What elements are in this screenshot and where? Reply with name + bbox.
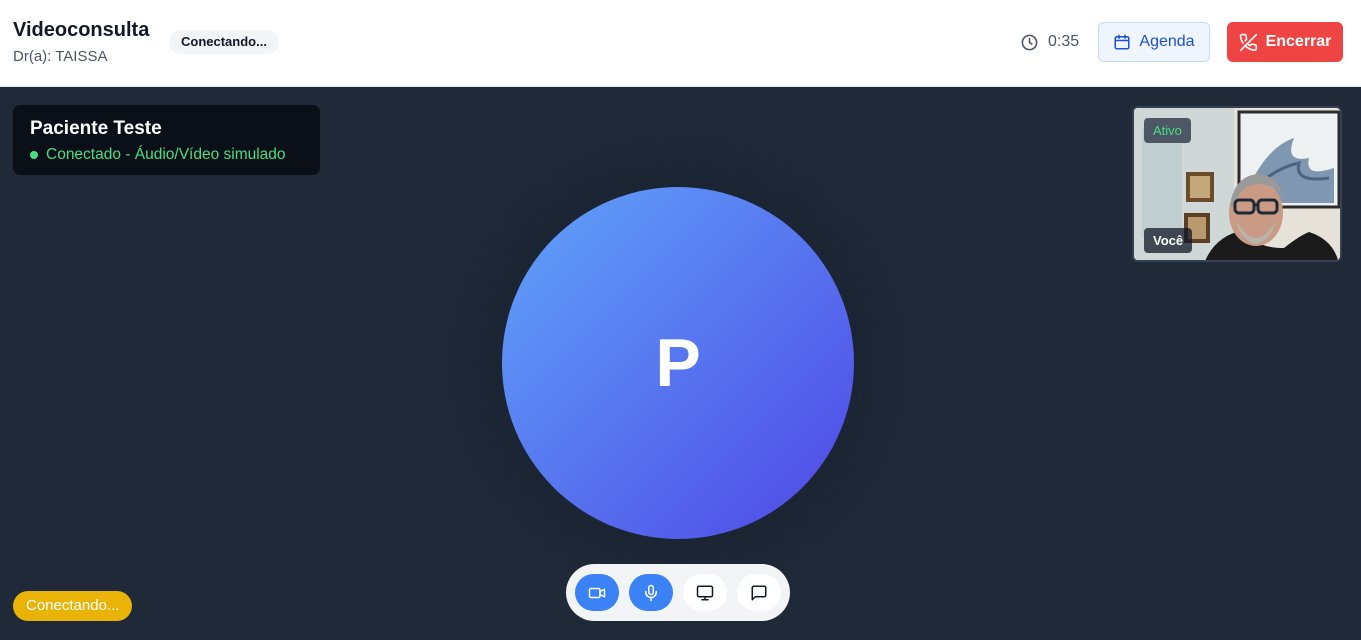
remote-participant-avatar: P bbox=[502, 187, 854, 539]
connection-status-indicator: Conectando... bbox=[13, 591, 133, 621]
calendar-icon bbox=[1114, 34, 1130, 50]
timer-value: 0:35 bbox=[1048, 33, 1080, 50]
call-controls-bar bbox=[566, 564, 790, 621]
remote-connection-status: Conectado - Áudio/Vídeo simulado bbox=[30, 146, 286, 164]
agenda-button[interactable]: Agenda bbox=[1098, 22, 1210, 62]
doctor-name: Dr(a): TAISSA bbox=[13, 48, 108, 65]
remote-status-text: Conectado - Áudio/Vídeo simulado bbox=[46, 146, 286, 163]
chat-bubble-icon bbox=[751, 585, 767, 600]
chat-button[interactable] bbox=[737, 574, 781, 611]
self-video-label: Você bbox=[1144, 228, 1193, 253]
connection-status-badge: Conectando... bbox=[169, 30, 279, 54]
microphone-toggle-button[interactable] bbox=[629, 574, 673, 611]
top-bar: Videoconsulta Dr(a): TAISSA Conectando..… bbox=[0, 0, 1361, 87]
remote-participant-name: Paciente Teste bbox=[30, 118, 162, 139]
microphone-icon bbox=[645, 584, 657, 601]
online-indicator-dot bbox=[30, 151, 38, 159]
self-video-active-badge: Ativo bbox=[1144, 118, 1191, 143]
page-title: Videoconsulta bbox=[13, 19, 150, 41]
call-timer: 0:35 bbox=[1020, 31, 1079, 53]
end-call-button-label: Encerrar bbox=[1265, 33, 1332, 50]
video-camera-icon bbox=[588, 587, 606, 598]
self-video-preview[interactable]: Ativo Você bbox=[1132, 106, 1342, 262]
remote-participant-card: Paciente Teste Conectado - Áudio/Vídeo s… bbox=[13, 105, 320, 175]
phone-off-icon bbox=[1239, 33, 1257, 51]
avatar-initial: P bbox=[655, 325, 701, 401]
end-call-button[interactable]: Encerrar bbox=[1227, 22, 1343, 62]
clock-icon bbox=[1021, 34, 1038, 50]
monitor-icon bbox=[696, 585, 714, 600]
camera-toggle-button[interactable] bbox=[575, 574, 619, 611]
screen-share-button[interactable] bbox=[683, 574, 727, 611]
agenda-button-label: Agenda bbox=[1139, 33, 1195, 50]
